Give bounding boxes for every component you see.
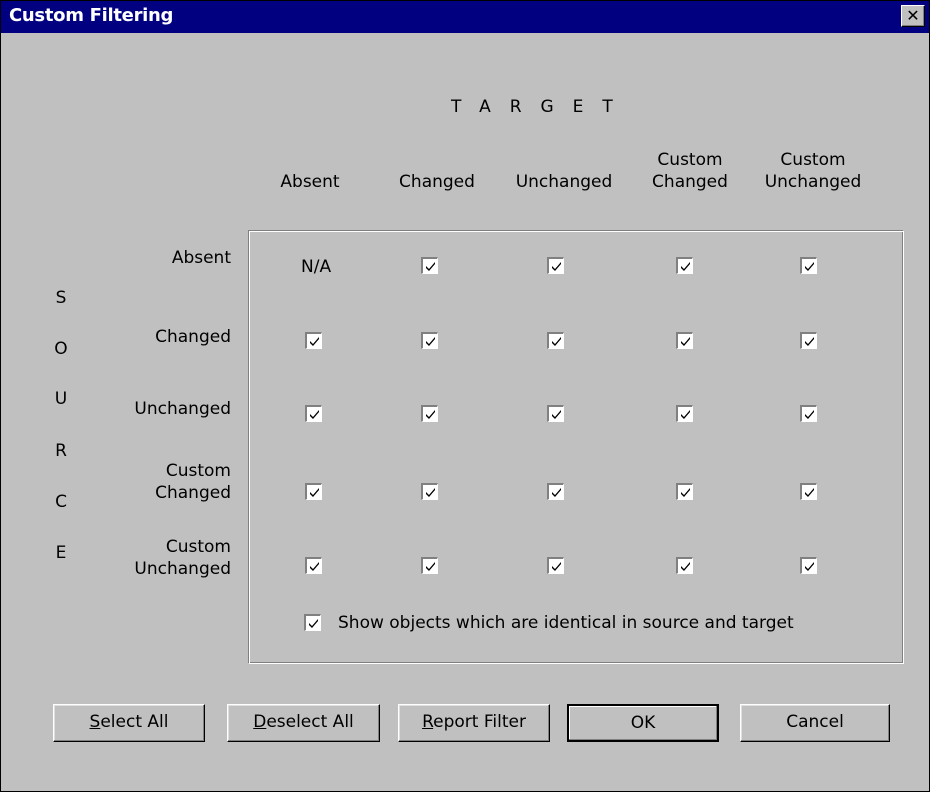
row-header-line2: Changed [155,483,231,503]
checkbox-source-unchanged-target-changed[interactable] [421,405,438,422]
check-icon [426,410,435,419]
source-letter-s: S [55,288,67,308]
checkbox-source-custom-unchanged-target-changed[interactable] [421,557,438,574]
check-icon [552,488,561,497]
row-header-line2: Absent [171,248,231,268]
check-icon [805,488,814,497]
mnemonic-r: R [422,712,434,732]
deselect-all-button[interactable]: Deselect All [227,704,380,742]
check-icon [681,410,690,419]
source-letter-c: C [55,492,67,512]
check-icon [552,337,561,346]
filter-matrix-group [248,230,904,664]
row-header-line2: Changed [155,327,231,347]
button-label: eselect All [266,712,354,732]
not-applicable-label: N/A [301,257,332,277]
source-letter-o: O [54,339,68,359]
checkbox-source-changed-target-custom-unchanged[interactable] [800,332,817,349]
checkbox-source-changed-target-changed[interactable] [421,332,438,349]
checkbox-source-custom-changed-target-unchanged[interactable] [547,483,564,500]
report-filter-button[interactable]: Report Filter [398,704,550,742]
checkbox-source-custom-changed-target-custom-unchanged[interactable] [800,483,817,500]
source-letter-r: R [55,441,67,461]
check-icon [552,562,561,571]
checkbox-source-custom-unchanged-target-custom-changed[interactable] [676,557,693,574]
source-letter-e: E [55,543,67,563]
ok-button[interactable]: OK [567,704,719,742]
check-icon [552,262,561,271]
identical-objects-checkbox[interactable] [304,614,321,631]
identical-objects-label: Show objects which are identical in sour… [338,613,794,633]
row-header-custom-unchanged: Custom Unchanged [81,536,231,580]
column-header-line2: Unchanged [764,172,862,192]
check-icon [805,562,814,571]
checkbox-source-changed-target-absent[interactable] [305,332,322,349]
checkbox-source-absent-target-unchanged[interactable] [547,257,564,274]
check-icon [805,410,814,419]
check-icon [310,488,319,497]
column-header-line1: Custom [780,150,846,170]
check-icon [426,562,435,571]
checkbox-source-custom-unchanged-target-unchanged[interactable] [547,557,564,574]
row-header-custom-changed: Custom Changed [81,460,231,504]
check-icon [681,562,690,571]
checkbox-source-unchanged-target-custom-changed[interactable] [676,405,693,422]
check-icon [681,488,690,497]
checkbox-source-changed-target-unchanged[interactable] [547,332,564,349]
button-label: eport Filter [433,712,526,732]
checkbox-source-absent-target-custom-changed[interactable] [676,257,693,274]
checkbox-source-absent-target-changed[interactable] [421,257,438,274]
checkbox-source-unchanged-target-custom-unchanged[interactable] [800,405,817,422]
window-title: Custom Filtering [9,5,174,26]
cancel-button[interactable]: Cancel [740,704,890,742]
checkbox-source-custom-changed-target-changed[interactable] [421,483,438,500]
row-header-changed: Changed [81,326,231,348]
target-heading: TARGET [451,97,632,117]
checkbox-source-custom-unchanged-target-custom-unchanged[interactable] [800,557,817,574]
check-icon [426,337,435,346]
row-header-absent: Absent [81,247,231,269]
column-header-custom-unchanged: Custom Unchanged [738,149,888,193]
row-header-line1: Custom [165,537,231,557]
checkbox-source-changed-target-custom-changed[interactable] [676,332,693,349]
check-icon [309,619,318,628]
check-icon [310,410,319,419]
mnemonic-s: S [89,712,101,732]
close-icon: ✕ [906,6,920,25]
checkbox-source-custom-changed-target-custom-changed[interactable] [676,483,693,500]
check-icon [681,337,690,346]
checkbox-source-absent-target-custom-unchanged[interactable] [800,257,817,274]
checkbox-source-custom-changed-target-absent[interactable] [305,483,322,500]
check-icon [426,488,435,497]
check-icon [681,262,690,271]
check-icon [310,337,319,346]
close-button[interactable]: ✕ [901,5,925,27]
button-label: elect All [100,712,169,732]
check-icon [426,262,435,271]
row-header-line2: Unchanged [134,399,231,419]
check-icon [805,262,814,271]
row-header-line1: Custom [165,461,231,481]
checkbox-source-unchanged-target-unchanged[interactable] [547,405,564,422]
source-letter-u: U [54,389,68,409]
check-icon [805,337,814,346]
check-icon [552,410,561,419]
check-icon [310,562,319,571]
custom-filtering-dialog: Custom Filtering ✕ TARGET Absent Changed… [0,0,930,792]
checkbox-source-custom-unchanged-target-absent[interactable] [305,557,322,574]
row-header-unchanged: Unchanged [81,398,231,420]
mnemonic-d: D [253,712,267,732]
row-header-line2: Unchanged [134,559,231,579]
title-bar: Custom Filtering ✕ [1,1,929,33]
checkbox-source-unchanged-target-absent[interactable] [305,405,322,422]
select-all-button[interactable]: Select All [53,704,205,742]
